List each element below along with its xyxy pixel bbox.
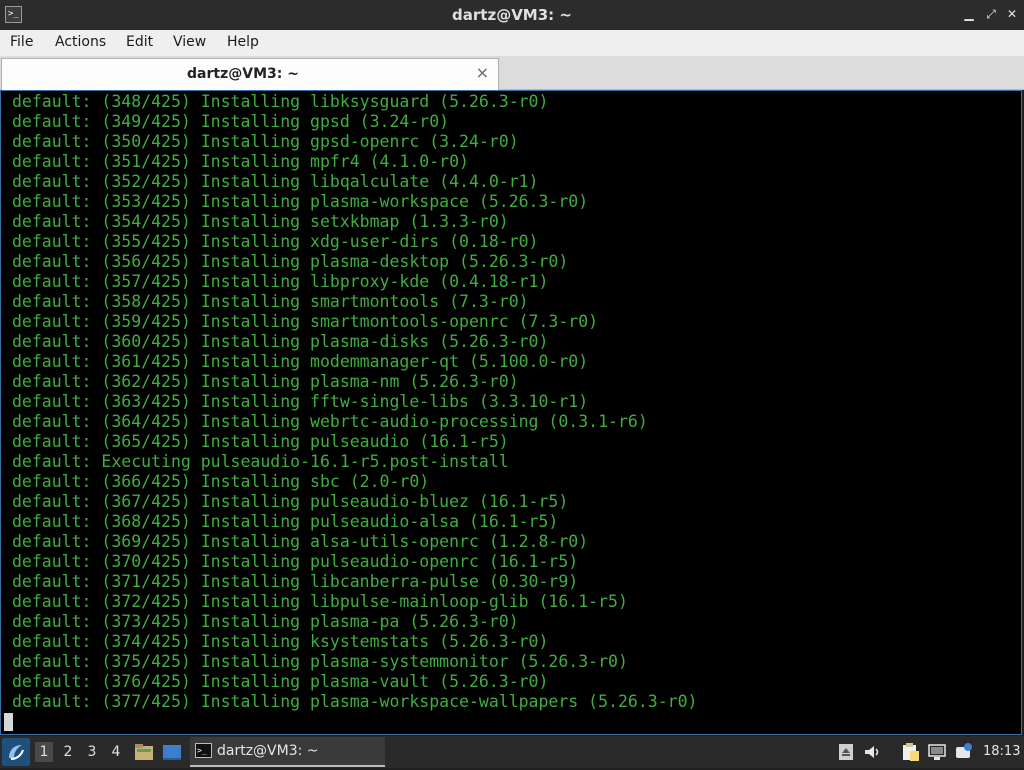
show-desktop-icon[interactable] [162,742,182,762]
window-titlebar[interactable]: >_ dartz@VM3: ~ ▁ ⤢ ✕ [0,0,1024,30]
terminal-line: default: Executing pulseaudio-16.1-r5.po… [12,452,509,471]
terminal-line: default: (359/425) Installing smartmonto… [12,312,599,331]
clock[interactable]: 18:13 [983,744,1020,759]
terminal-line: default: (369/425) Installing alsa-utils… [12,532,589,551]
terminal-line: default: (376/425) Installing plasma-vau… [12,672,549,691]
minimize-button[interactable]: ▁ [962,7,976,21]
terminal-line: default: (373/425) Installing plasma-pa … [12,612,519,631]
menu-edit[interactable]: Edit [126,34,153,50]
task-label: dartz@VM3: ~ [217,743,319,759]
terminal-line: default: (365/425) Installing pulseaudio… [12,432,509,451]
terminal-line: default: (362/425) Installing plasma-nm … [12,372,519,391]
terminal-icon: >_ [195,743,212,758]
terminal-line: default: (353/425) Installing plasma-wor… [12,192,589,211]
tab-terminal[interactable]: dartz@VM3: ~ × [1,58,499,90]
terminal-line: default: (375/425) Installing plasma-sys… [12,652,628,671]
close-button[interactable]: ✕ [1005,7,1019,21]
tab-close-icon[interactable]: × [476,63,489,82]
lxqt-start-icon[interactable] [2,738,30,766]
menu-help[interactable]: Help [227,34,259,50]
workspace-1[interactable]: 1 [35,742,53,762]
terminal-line: default: (363/425) Installing fftw-singl… [12,392,589,411]
restore-button[interactable]: ⤢ [984,7,998,21]
notification-icon[interactable] [953,742,973,762]
terminal-line: default: (360/425) Installing plasma-dis… [12,332,549,351]
terminal-line: default: (377/425) Installing plasma-wor… [12,692,698,711]
terminal-line: default: (351/425) Installing mpfr4 (4.1… [12,152,469,171]
terminal-line: default: (371/425) Installing libcanberr… [12,572,579,591]
taskbar-task-terminal[interactable]: >_ dartz@VM3: ~ [190,737,385,767]
terminal-line: default: (352/425) Installing libqalcula… [12,172,539,191]
terminal-line: default: (357/425) Installing libproxy-k… [12,272,549,291]
taskbar: 1 2 3 4 >_ dartz@VM3: ~ 18:13 [0,736,1024,768]
window-title: dartz@VM3: ~ [452,6,572,24]
network-icon[interactable] [927,742,947,762]
terminal-line: default: (366/425) Installing sbc (2.0-r… [12,472,430,491]
volume-icon[interactable] [862,742,882,762]
menu-actions[interactable]: Actions [55,34,106,50]
eject-icon[interactable] [836,742,856,762]
terminal-line: default: (372/425) Installing libpulse-m… [12,592,628,611]
terminal-line: default: (349/425) Installing gpsd (3.24… [12,112,450,131]
terminal-view[interactable]: default: (348/425) Installing libksysgua… [0,90,1022,735]
menu-file[interactable]: File [10,34,33,50]
file-manager-icon[interactable] [134,742,154,762]
workspace-2[interactable]: 2 [59,742,77,762]
terminal-line: default: (374/425) Installing ksystemsta… [12,632,549,651]
clipboard-icon[interactable] [900,742,920,762]
terminal-cursor [4,713,13,731]
workspace-4[interactable]: 4 [107,742,125,762]
terminal-line: default: (348/425) Installing libksysgua… [12,92,549,111]
terminal-line: default: (367/425) Installing pulseaudio… [12,492,569,511]
terminal-line: default: (354/425) Installing setxkbmap … [12,212,509,231]
terminal-line: default: (364/425) Installing webrtc-aud… [12,412,648,431]
menu-view[interactable]: View [173,34,206,50]
menu-bar: File Actions Edit View Help [0,30,1024,56]
terminal-line: default: (361/425) Installing modemmanag… [12,352,589,371]
terminal-line: default: (368/425) Installing pulseaudio… [12,512,559,531]
tab-bar: dartz@VM3: ~ × [0,56,1024,90]
terminal-line: default: (356/425) Installing plasma-des… [12,252,569,271]
terminal-line: default: (370/425) Installing pulseaudio… [12,552,579,571]
terminal-line: default: (355/425) Installing xdg-user-d… [12,232,539,251]
terminal-line: default: (350/425) Installing gpsd-openr… [12,132,519,151]
tab-label: dartz@VM3: ~ [187,66,299,82]
terminal-line: default: (358/425) Installing smartmonto… [12,292,529,311]
workspace-3[interactable]: 3 [83,742,101,762]
terminal-output: default: (348/425) Installing libksysgua… [12,92,697,712]
